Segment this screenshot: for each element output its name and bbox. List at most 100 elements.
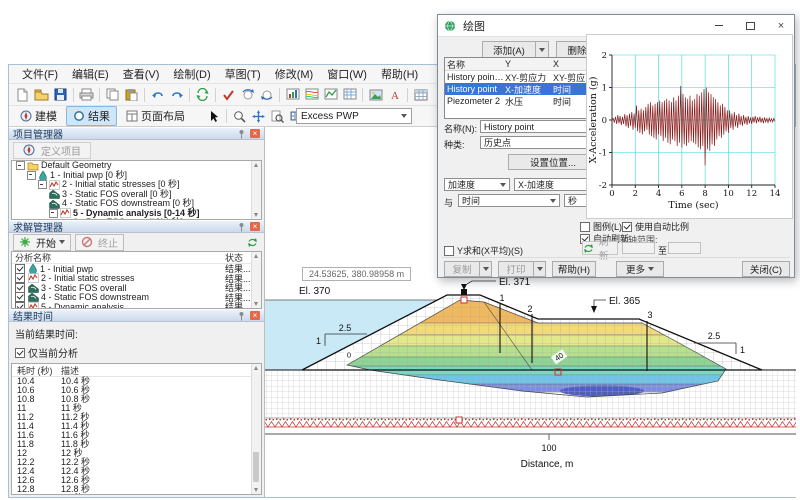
column-y[interactable]: Y [505,59,553,69]
menu-view[interactable]: 查看(V) [116,65,167,83]
paste-icon[interactable] [122,86,141,103]
vertical-scrollbar[interactable] [251,161,261,219]
result-time-row[interactable]: 12.212.2 秒 [12,458,261,467]
minimize-button[interactable] [706,15,732,36]
print-dropdown[interactable] [533,261,546,277]
column-name[interactable]: 名称 [445,58,505,71]
collapse-icon[interactable] [38,180,47,189]
graph-table-row[interactable]: Piezometer 2水压时间 [445,95,599,107]
set-location-button[interactable]: 设置位置... [508,154,598,170]
solve-list-row[interactable]: 1 - Initial pwp结果... [12,264,261,274]
range-from-input[interactable] [622,242,655,254]
result-time-row[interactable]: 11.411.4 秒 [12,422,261,431]
draw-graph-2-icon[interactable] [302,86,321,103]
kind-select[interactable]: 历史点 [480,136,598,149]
graph-table-row[interactable]: History pointX-加速度时间 [445,83,599,95]
print-icon[interactable] [77,86,96,103]
history-point-marker[interactable] [461,297,467,303]
open-file-icon[interactable] [32,86,51,103]
redo-icon[interactable] [167,86,186,103]
column-description[interactable]: 描述 [61,364,261,377]
close-dialog-button[interactable]: 关闭(C) [742,261,790,277]
orbit-right-icon[interactable] [257,86,276,103]
menu-draw[interactable]: 绘制(D) [166,65,217,83]
history-point-marker[interactable] [461,289,467,295]
x-parameter-select[interactable]: 时间 [458,194,560,207]
graph-table-row[interactable]: History point ...XY-剪应力XY-剪应变 [445,71,599,83]
solve-list-row[interactable]: 5 - Dynamic analysis结果... [12,302,261,309]
refresh-graph-button[interactable]: 刷新 [582,241,618,255]
copy-icon[interactable] [103,86,122,103]
tab-define[interactable]: 建模 [13,106,64,126]
font-icon[interactable]: A [385,86,404,103]
collapse-icon[interactable] [49,209,58,218]
pan-icon[interactable] [249,108,268,125]
stop-solve-button[interactable]: 终止 [75,234,124,251]
y-kind-select[interactable]: 加速度 [444,178,510,191]
start-solve-button[interactable]: 开始 [13,234,71,251]
result-time-row[interactable]: 11.211.2 秒 [12,413,261,422]
history-point-marker[interactable] [456,417,462,423]
pin-icon[interactable] [237,222,247,232]
checkbox-icon[interactable] [15,302,25,309]
column-elapsed[interactable]: 耗时 (秒) [12,364,61,377]
column-analysis-name[interactable]: 分析名称 [15,251,225,264]
analysis-tree[interactable]: Default Geometry1 - Initial pwp [0 秒]2 -… [11,160,262,220]
result-time-row[interactable]: 12.612.6 秒 [12,476,261,485]
tab-results[interactable]: 结果 [66,106,117,126]
table-icon[interactable] [411,86,430,103]
cursor-icon[interactable] [204,108,223,125]
draw-graph-1-icon[interactable] [283,86,302,103]
menu-modify[interactable]: 修改(M) [268,65,321,83]
solve-list-row[interactable]: 2 - Initial static stresses结果... [12,274,261,284]
menu-window[interactable]: 窗口(W) [320,65,374,83]
result-time-row[interactable]: 10.810.8 秒 [12,395,261,404]
graph-list-table[interactable]: 名称YXHistory point ...XY-剪应力XY-剪应变History… [444,57,600,119]
collapse-icon[interactable] [27,171,36,180]
checkbox-icon[interactable] [15,273,25,283]
refresh-icon[interactable] [247,237,258,248]
result-time-row[interactable]: 11.611.6 秒 [12,431,261,440]
result-time-row[interactable]: 11.811.8 秒 [12,440,261,449]
help-button[interactable]: 帮助(H) [552,261,596,277]
close-icon[interactable]: × [250,222,260,231]
menu-sketch[interactable]: 草图(T) [218,65,268,83]
image-icon[interactable] [366,86,385,103]
collapse-icon[interactable] [16,161,25,170]
print-button[interactable]: 打印 [498,261,534,277]
result-time-row[interactable]: 1313 秒 [12,494,261,495]
vertical-scrollbar[interactable] [251,252,261,308]
tree-item[interactable]: 6 - Post FOS overall [14 秒] [12,218,261,220]
more-button[interactable]: 更多 [616,261,664,277]
solve-list-row[interactable]: 3 - Static FOS overall结果... [12,283,261,293]
menu-file[interactable]: 文件(F) [15,65,65,83]
draw-graph-4-icon[interactable] [340,86,359,103]
undo-icon[interactable] [148,86,167,103]
result-time-row[interactable]: 1111 秒 [12,404,261,413]
sync-icon[interactable] [193,86,212,103]
copy-button[interactable]: 复制 [444,261,480,277]
draw-graph-3-icon[interactable] [321,86,340,103]
menu-help[interactable]: 帮助(H) [374,65,425,83]
result-times-table[interactable]: 耗时 (秒)描述10.410.4 秒10.610.6 秒10.810.8 秒11… [11,363,262,495]
maximize-button[interactable] [737,15,763,36]
checkbox-icon[interactable] [15,292,25,302]
tab-page-layout[interactable]: 页面布局 [119,106,192,126]
result-time-row[interactable]: 12.412.4 秒 [12,467,261,476]
only-current-analysis-checkbox[interactable]: 仅当前分析 [9,346,264,359]
solve-list-row[interactable]: 4 - Static FOS downstream结果... [12,293,261,303]
define-project-button[interactable]: 定义项目 [13,142,91,159]
close-icon[interactable]: × [250,311,260,320]
add-graph-dropdown[interactable] [535,41,549,58]
result-time-row[interactable]: 1212 秒 [12,449,261,458]
zoom-page-icon[interactable] [268,108,287,125]
close-icon[interactable]: × [250,129,260,138]
vertical-scrollbar[interactable] [251,364,261,494]
save-icon[interactable] [51,86,70,103]
new-file-icon[interactable] [13,86,32,103]
orbit-left-icon[interactable] [238,86,257,103]
sum-y-average-x-checkbox[interactable]: Y求和(X平均)(S) [444,244,523,257]
result-time-row[interactable]: 10.410.4 秒 [12,377,261,386]
range-to-input[interactable] [668,242,701,254]
verify-icon[interactable] [219,86,238,103]
